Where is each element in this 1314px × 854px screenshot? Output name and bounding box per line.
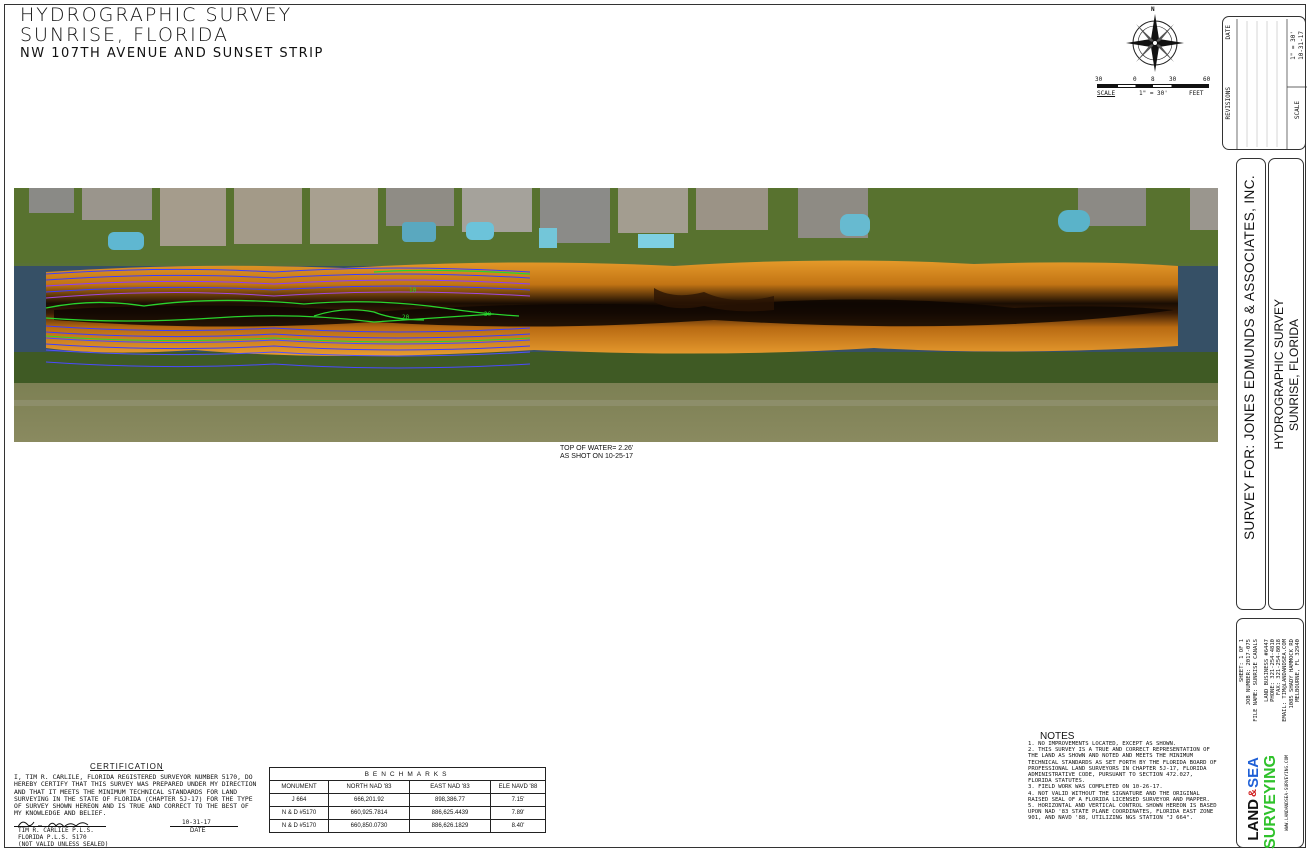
note-item: 2. THIS SURVEY IS A TRUE AND CORRECT REP… (1028, 747, 1217, 785)
table-cell: 8.40' (490, 819, 546, 833)
compass-rose-icon (1122, 8, 1188, 74)
drawing-date: 10-31-17 (1298, 31, 1305, 60)
table-cell: N & D #5170 (269, 806, 329, 820)
aerial-survey-image: 10 20 30 (14, 188, 1218, 442)
contour-label: 30 (484, 311, 492, 318)
company-block: SHEET: 1 OF 1 JOB NUMBER: 2017-075 FILE … (1236, 618, 1304, 849)
table-cell: 660,850.0730 (328, 819, 410, 833)
table-cell: J 664 (269, 793, 329, 807)
table-cell: 7.89' (490, 806, 546, 820)
benchmarks-table: BENCHMARKS MONUMENT NORTH NAD '83 EAST N… (269, 767, 546, 833)
table-cell: 666,201.92 (328, 793, 410, 807)
table-header: ELE NAVD '88 (490, 780, 546, 794)
revisions-block: REVISIONS DATE 1" = 30' 10-31-17 SCALE (1222, 16, 1307, 150)
job-number: JOB NUMBER: 2017-075 (1246, 639, 1252, 706)
scale-bar: 30 0 8 30 60 SCALE 1" = 30' FEET (1095, 76, 1215, 98)
table-row: N & D #5170 660,850.0730 886,626.1829 8.… (269, 819, 546, 833)
scale-label: SCALE (1097, 90, 1116, 97)
table-row: J 664 666,201.92 898,386.77 7.15' (269, 793, 546, 807)
company-logo: LAND & SEA SURVEYING WWW.LANDANDSEA-SURV… (1245, 755, 1290, 849)
project-title: HYDROGRAPHIC SURVEY (1272, 299, 1286, 450)
scale-tick-label: 8 (1151, 76, 1155, 83)
table-header: NORTH NAD '83 (328, 780, 410, 794)
seal-disclaimer: (NOT VALID UNLESS SEALED) (18, 841, 109, 848)
client-name: SURVEY FOR: JONES EDMUNDS & ASSOCIATES, … (1242, 175, 1257, 540)
scale-graphic (1097, 84, 1209, 88)
contour-label: 10 (409, 287, 417, 294)
contour-label: 20 (402, 314, 410, 321)
table-cell: 660,925.7814 (328, 806, 410, 820)
scale-value: 1" = 30' (1290, 31, 1297, 60)
revision-date-label: DATE (1225, 25, 1232, 40)
surveyor-license: FLORIDA P.L.S. 5170 (18, 834, 87, 841)
benchmarks-caption: BENCHMARKS (269, 767, 546, 781)
scale-ratio: 1" = 30' (1139, 90, 1168, 97)
date-line (170, 826, 238, 827)
table-header: EAST NAD '83 (409, 780, 491, 794)
certification-title: CERTIFICATION (90, 762, 164, 771)
scale-unit: FEET (1189, 90, 1204, 97)
table-row: N & D #5170 660,925.7814 886,625.4439 7.… (269, 806, 546, 820)
scale-tick-label: 0 (1133, 76, 1137, 83)
scale-title: SCALE (1294, 101, 1301, 120)
client-block: SURVEY FOR: JONES EDMUNDS & ASSOCIATES, … (1236, 158, 1266, 610)
table-cell: 898,386.77 (409, 793, 491, 807)
table-header: MONUMENT (269, 780, 329, 794)
drawing-subtitle: NW 107TH AVENUE AND SUNSET STRIP (20, 46, 324, 61)
note-item: 4. NOT VALID WITHOUT THE SIGNATURE AND T… (1028, 790, 1210, 803)
certification-date: 10-31-17 (182, 819, 211, 826)
city-address: MELBOURNE, FL 32940 (1295, 639, 1301, 702)
water-level: TOP OF WATER= 2.26' (560, 445, 634, 452)
notes-list: 1. NO IMPROVEMENTS LOCATED, EXCEPT AS SH… (1028, 741, 1218, 822)
water-date: AS SHOT ON 10-25-17 (560, 453, 634, 460)
surveyor-name: TIM R. CARLILE P.L.S. (18, 827, 94, 834)
drawing-location: SUNRISE, FLORIDA (20, 24, 230, 46)
project-location: SUNRISE, FLORIDA (1287, 319, 1301, 432)
sheet-number: SHEET: 1 OF 1 (1239, 639, 1245, 683)
table-cell: N & D #5170 (269, 819, 329, 833)
note-item: 5. HORIZONTAL AND VERTICAL CONTROL SHOWN… (1028, 803, 1217, 822)
table-cell: 886,626.1829 (409, 819, 491, 833)
scale-tick-label: 60 (1203, 76, 1211, 83)
project-block: HYDROGRAPHIC SURVEY SUNRISE, FLORIDA (1268, 158, 1304, 610)
table-cell: 886,625.4439 (409, 806, 491, 820)
north-label: N (1151, 6, 1155, 13)
scale-tick-label: 30 (1169, 76, 1177, 83)
revisions-label: REVISIONS (1225, 87, 1232, 120)
certification-text: I, TIM R. CARLILE, FLORIDA REGISTERED SU… (14, 773, 257, 818)
file-name: FILE NAME: SUNRISE CANALS (1253, 639, 1259, 722)
table-cell: 7.15' (490, 793, 546, 807)
date-label: DATE (190, 828, 206, 834)
scale-tick-label: 30 (1095, 76, 1103, 83)
email-address: EMAIL: TIM@LANDANDSEA.COM (1282, 639, 1288, 722)
top-of-water-note: TOP OF WATER= 2.26' AS SHOT ON 10-25-17 (560, 445, 633, 461)
drawing-title: HYDROGRAPHIC SURVEY (20, 4, 293, 26)
